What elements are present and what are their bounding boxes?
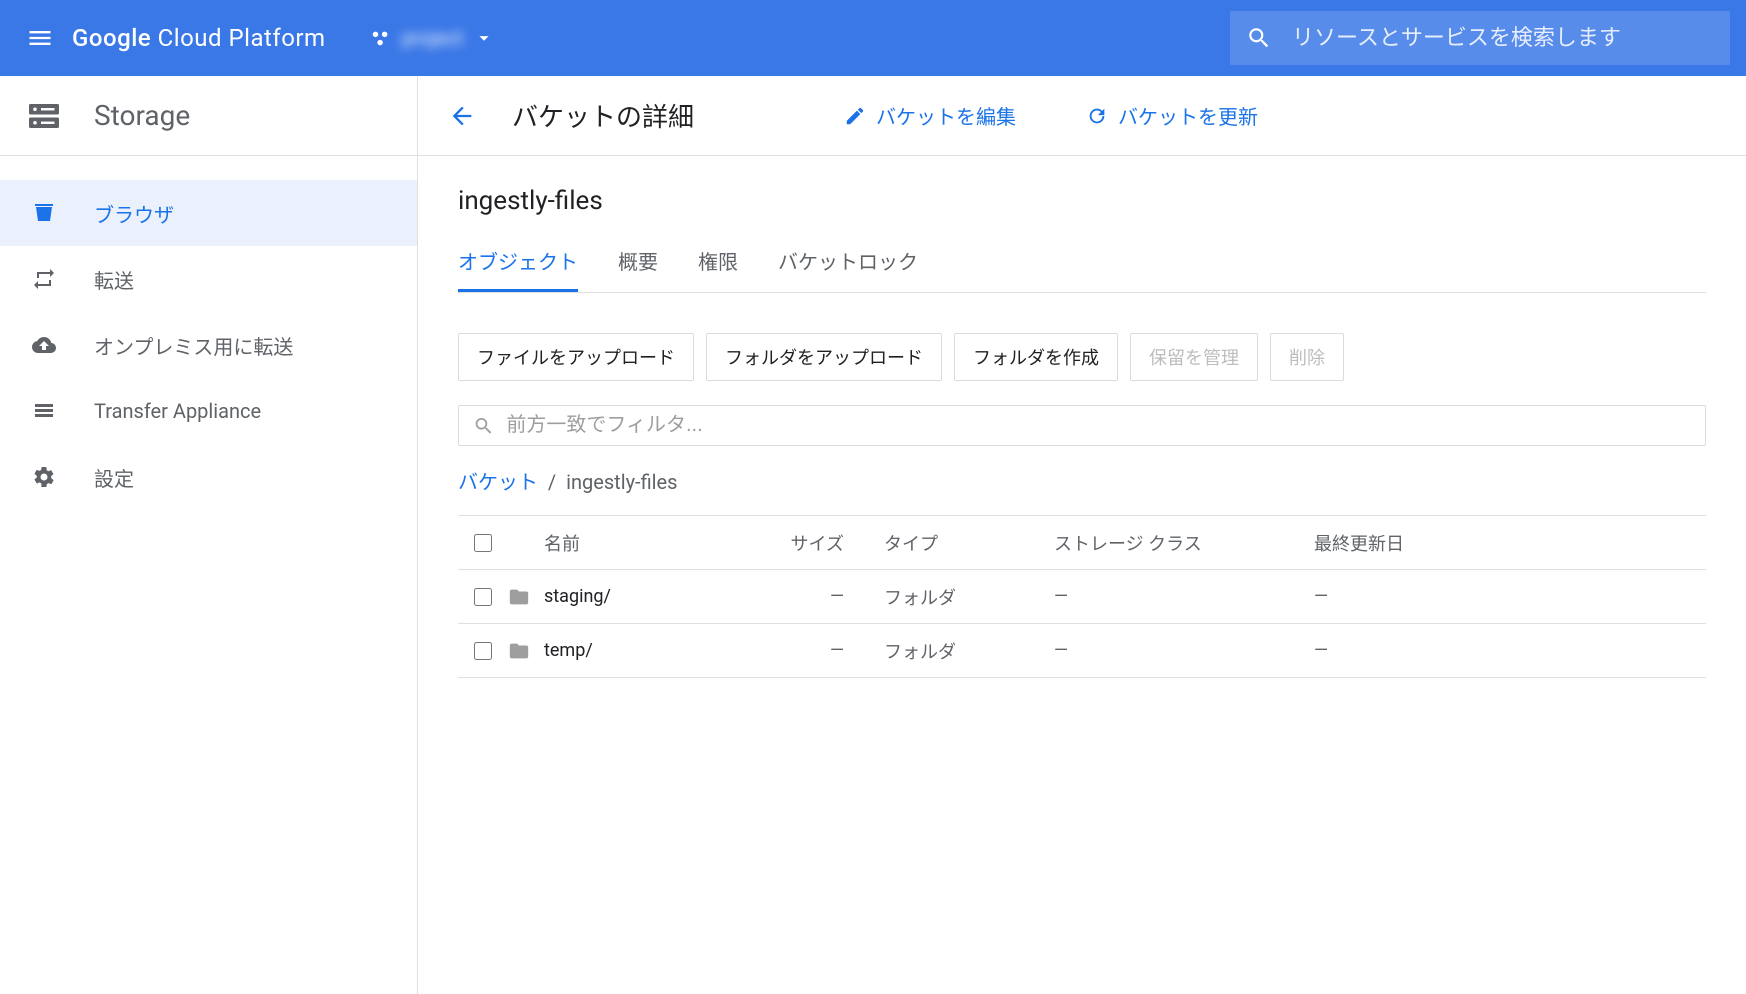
breadcrumb-current: ingestly-files — [566, 470, 677, 494]
upload-folder-button[interactable]: フォルダをアップロード — [706, 333, 942, 381]
search-icon — [1246, 25, 1272, 51]
sidebar-item-label: 転送 — [94, 265, 134, 294]
folder-icon — [508, 640, 544, 662]
col-storage-class[interactable]: ストレージ クラス — [1054, 530, 1314, 556]
sidebar-item-transfer-appliance[interactable]: Transfer Appliance — [0, 378, 417, 444]
row-storage-class: — — [1054, 640, 1314, 661]
service-header: Storage — [0, 76, 417, 156]
folder-icon — [508, 586, 544, 608]
row-size: — — [784, 586, 884, 607]
refresh-icon — [1086, 105, 1108, 127]
storage-icon — [24, 98, 64, 134]
row-checkbox[interactable] — [474, 588, 492, 606]
sidebar-item-transfer[interactable]: 転送 — [0, 246, 417, 312]
row-type: フォルダ — [884, 584, 1054, 610]
object-table: 名前 サイズ タイプ ストレージ クラス 最終更新日 staging/ — フォ… — [458, 516, 1706, 678]
sidebar-item-label: ブラウザ — [94, 199, 174, 228]
appliance-icon — [24, 399, 64, 423]
bucket-icon — [24, 201, 64, 225]
tabs: オブジェクト 概要 権限 バケットロック — [458, 236, 1706, 293]
product-logo[interactable]: Google Cloud Platform — [64, 24, 350, 52]
row-name[interactable]: temp/ — [544, 640, 784, 661]
create-folder-button[interactable]: フォルダを作成 — [954, 333, 1118, 381]
row-checkbox[interactable] — [474, 642, 492, 660]
table-header-row: 名前 サイズ タイプ ストレージ クラス 最終更新日 — [458, 516, 1706, 570]
sidebar-item-label: Transfer Appliance — [94, 399, 261, 423]
edit-bucket-button[interactable]: バケットを編集 — [814, 101, 1036, 130]
col-name[interactable]: 名前 — [544, 530, 784, 556]
table-row[interactable]: temp/ — フォルダ — — — [458, 624, 1706, 678]
sidebar: Storage ブラウザ 転送 オンプレミス用に転送 — [0, 76, 418, 994]
row-last-modified: — — [1314, 586, 1706, 607]
nav-list: ブラウザ 転送 オンプレミス用に転送 Transfer Appliance — [0, 156, 417, 510]
tab-permissions[interactable]: 権限 — [698, 236, 738, 292]
col-size[interactable]: サイズ — [784, 530, 884, 556]
refresh-bucket-button[interactable]: バケットを更新 — [1056, 101, 1278, 130]
sidebar-item-label: 設定 — [94, 463, 134, 492]
topbar: Google Cloud Platform project — [0, 0, 1746, 76]
tab-bucket-lock[interactable]: バケットロック — [778, 236, 918, 292]
bucket-name: ingestly-files — [458, 186, 1706, 216]
upload-file-button[interactable]: ファイルをアップロード — [458, 333, 694, 381]
filter-input[interactable] — [506, 414, 1691, 437]
back-button[interactable] — [442, 96, 482, 136]
row-storage-class: — — [1054, 586, 1314, 607]
row-name[interactable]: staging/ — [544, 586, 784, 607]
breadcrumb-root-link[interactable]: バケット — [458, 470, 538, 494]
page-title: バケットの詳細 — [502, 97, 714, 134]
edit-bucket-label: バケットを編集 — [876, 101, 1016, 130]
col-type[interactable]: タイプ — [884, 530, 1054, 556]
cloud-upload-icon — [24, 333, 64, 357]
service-title: Storage — [94, 99, 190, 132]
row-size: — — [784, 640, 884, 661]
row-last-modified: — — [1314, 640, 1706, 661]
project-name: project — [402, 26, 464, 50]
sidebar-item-onprem-transfer[interactable]: オンプレミス用に転送 — [0, 312, 417, 378]
breadcrumb: バケット / ingestly-files — [458, 466, 1706, 516]
select-all-checkbox[interactable] — [474, 534, 492, 552]
col-last-modified[interactable]: 最終更新日 — [1314, 530, 1706, 556]
search-icon — [473, 415, 494, 437]
delete-button[interactable]: 削除 — [1270, 333, 1344, 381]
tab-objects[interactable]: オブジェクト — [458, 236, 578, 292]
table-row[interactable]: staging/ — フォルダ — — — [458, 570, 1706, 624]
gear-icon — [24, 465, 64, 489]
pencil-icon — [844, 105, 866, 127]
tab-overview[interactable]: 概要 — [618, 236, 658, 292]
sidebar-item-browser[interactable]: ブラウザ — [0, 180, 417, 246]
hamburger-menu-button[interactable] — [16, 14, 64, 62]
search-input[interactable] — [1292, 25, 1714, 51]
search-box[interactable] — [1230, 11, 1730, 65]
sidebar-item-label: オンプレミス用に転送 — [94, 331, 293, 360]
sidebar-item-settings[interactable]: 設定 — [0, 444, 417, 510]
main-content: バケットの詳細 バケットを編集 バケットを更新 ingestly-files オ… — [418, 76, 1746, 994]
row-type: フォルダ — [884, 638, 1054, 664]
filter-input-wrap[interactable] — [458, 405, 1706, 446]
page-header: バケットの詳細 バケットを編集 バケットを更新 — [418, 76, 1746, 156]
chevron-down-icon — [473, 27, 495, 49]
refresh-bucket-label: バケットを更新 — [1118, 101, 1258, 130]
toolbar: ファイルをアップロード フォルダをアップロード フォルダを作成 保留を管理 削除 — [458, 333, 1706, 381]
project-selector[interactable]: project — [350, 26, 516, 50]
project-icon — [370, 27, 392, 49]
transfer-icon — [24, 267, 64, 291]
manage-holds-button[interactable]: 保留を管理 — [1130, 333, 1258, 381]
